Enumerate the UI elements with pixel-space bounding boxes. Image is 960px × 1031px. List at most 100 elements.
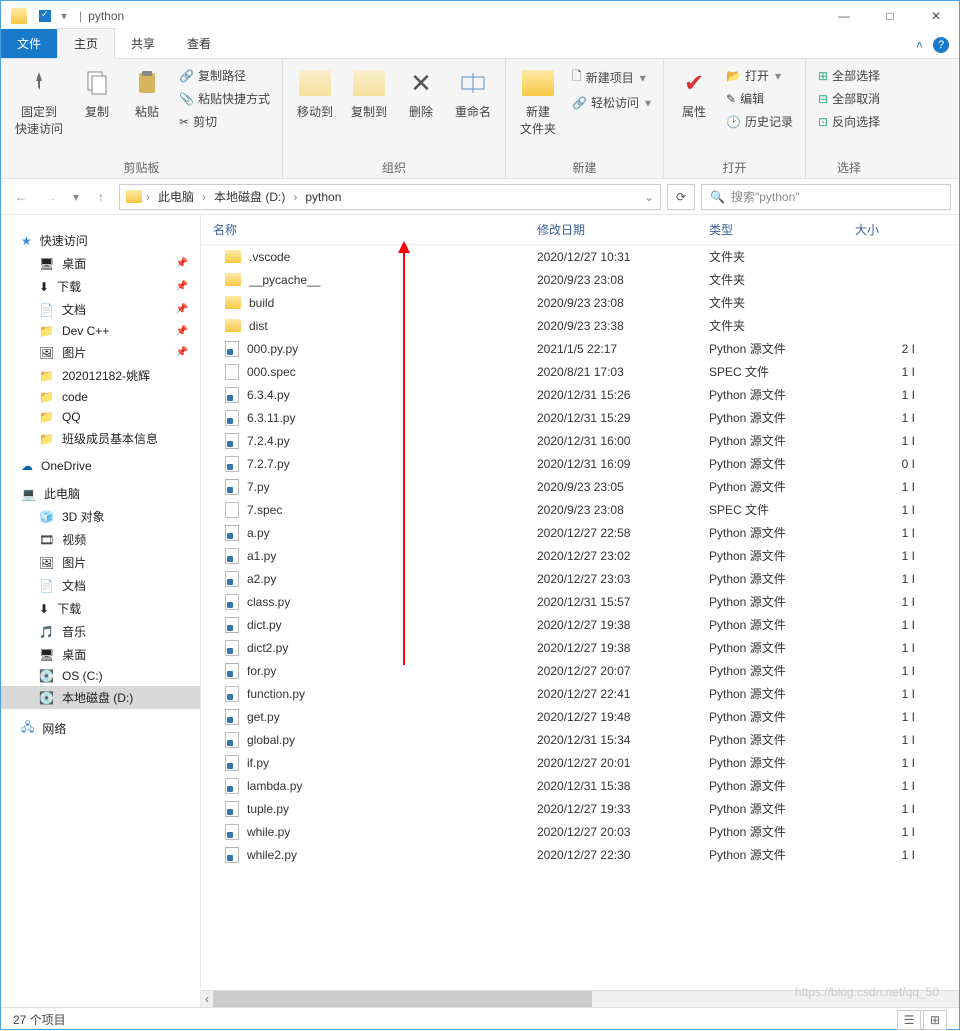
sidebar-item[interactable]: 💽本地磁盘 (D:) <box>1 686 200 709</box>
paste-shortcut-button[interactable]: 📎粘贴快捷方式 <box>175 88 274 109</box>
file-row[interactable]: if.py2020/12/27 20:01Python 源文件1 I <box>201 751 959 774</box>
qat-checkbox[interactable] <box>39 10 51 22</box>
sidebar-item[interactable]: 📄文档 <box>1 574 200 597</box>
sidebar-item[interactable]: 📁QQ <box>1 407 200 427</box>
maximize-button[interactable]: □ <box>867 1 913 31</box>
file-row[interactable]: while2.py2020/12/27 22:30Python 源文件1 I <box>201 843 959 866</box>
col-date[interactable]: 修改日期 <box>537 221 709 238</box>
view-thumbnails-button[interactable]: ⊞ <box>923 1010 947 1030</box>
file-row[interactable]: .vscode2020/12/27 10:31文件夹 <box>201 245 959 268</box>
invert-selection-button[interactable]: ⊡反向选择 <box>814 111 884 132</box>
open-button[interactable]: 📂打开▾ <box>722 65 797 86</box>
sidebar-item[interactable]: 📄文档📌 <box>1 298 200 321</box>
select-none-button[interactable]: ⊟全部取消 <box>814 88 884 109</box>
recent-button[interactable]: ▾ <box>69 185 83 209</box>
sidebar-item[interactable]: 🖼图片📌 <box>1 341 200 364</box>
file-row[interactable]: 7.2.4.py2020/12/31 16:00Python 源文件1 I <box>201 429 959 452</box>
sidebar-item[interactable]: 📁Dev C++📌 <box>1 321 200 341</box>
copy-path-button[interactable]: 🔗复制路径 <box>175 65 274 86</box>
sidebar-item[interactable]: 🖥桌面📌 <box>1 252 200 275</box>
copyto-button[interactable]: 复制到 <box>345 63 393 124</box>
file-list[interactable]: .vscode2020/12/27 10:31文件夹__pycache__202… <box>201 245 959 990</box>
refresh-button[interactable]: ⟳ <box>667 184 695 210</box>
properties-button[interactable]: ✔属性 <box>672 63 716 124</box>
file-row[interactable]: 7.py2020/9/23 23:05Python 源文件1 I <box>201 475 959 498</box>
tab-view[interactable]: 查看 <box>171 29 227 58</box>
breadcrumb[interactable]: 此电脑 <box>154 188 198 205</box>
up-button[interactable]: ↑ <box>89 185 113 209</box>
file-row[interactable]: 000.spec2020/8/21 17:03SPEC 文件1 I <box>201 360 959 383</box>
search-box[interactable]: 🔍 搜索"python" <box>701 184 951 210</box>
file-row[interactable]: 6.3.4.py2020/12/31 15:26Python 源文件1 I <box>201 383 959 406</box>
column-headers[interactable]: 名称 修改日期 类型 大小 <box>201 215 959 245</box>
qat-dropdown-icon[interactable]: ▾ <box>61 9 67 23</box>
sidebar-item[interactable]: 🧊3D 对象 <box>1 505 200 528</box>
col-type[interactable]: 类型 <box>709 221 855 238</box>
history-button[interactable]: 🕑历史记录 <box>722 111 797 132</box>
file-row[interactable]: tuple.py2020/12/27 19:33Python 源文件1 I <box>201 797 959 820</box>
file-row[interactable]: a2.py2020/12/27 23:03Python 源文件1 I <box>201 567 959 590</box>
col-size[interactable]: 大小 <box>855 221 915 238</box>
file-row[interactable]: dist2020/9/23 23:38文件夹 <box>201 314 959 337</box>
sidebar-item[interactable]: 📁202012182-姚辉 <box>1 364 200 387</box>
tab-home[interactable]: 主页 <box>57 28 115 59</box>
moveto-button[interactable]: 移动到 <box>291 63 339 124</box>
file-row[interactable]: function.py2020/12/27 22:41Python 源文件1 I <box>201 682 959 705</box>
file-row[interactable]: a.py2020/12/27 22:58Python 源文件1 I <box>201 521 959 544</box>
view-details-button[interactable]: ☰ <box>897 1010 921 1030</box>
address-dropdown-icon[interactable]: ⌄ <box>644 190 654 204</box>
rename-button[interactable]: 重命名 <box>449 63 497 124</box>
file-row[interactable]: 6.3.11.py2020/12/31 15:29Python 源文件1 I <box>201 406 959 429</box>
back-button[interactable]: ← <box>9 185 33 209</box>
file-date: 2020/9/23 23:38 <box>537 319 709 333</box>
sidebar-this-pc[interactable]: 💻此电脑 <box>1 482 200 505</box>
forward-button[interactable]: → <box>39 185 63 209</box>
sidebar-onedrive[interactable]: ☁OneDrive <box>1 456 200 476</box>
breadcrumb[interactable]: 本地磁盘 (D:) <box>210 188 289 205</box>
cut-button[interactable]: ✂剪切 <box>175 111 274 132</box>
delete-button[interactable]: ✕删除 <box>399 63 443 124</box>
select-all-button[interactable]: ⊞全部选择 <box>814 65 884 86</box>
sidebar-item[interactable]: 📁code <box>1 387 200 407</box>
file-row[interactable]: 7.2.7.py2020/12/31 16:09Python 源文件0 I <box>201 452 959 475</box>
col-name[interactable]: 名称 <box>213 221 537 238</box>
file-row[interactable]: while.py2020/12/27 20:03Python 源文件1 I <box>201 820 959 843</box>
sidebar-item[interactable]: 🎞视频 <box>1 528 200 551</box>
edit-button[interactable]: ✎编辑 <box>722 88 797 109</box>
new-item-button[interactable]: 🗋新建项目▾ <box>568 65 655 90</box>
pin-to-quick-access-button[interactable]: 固定到 快速访问 <box>9 63 69 141</box>
file-row[interactable]: __pycache__2020/9/23 23:08文件夹 <box>201 268 959 291</box>
tab-file[interactable]: 文件 <box>1 29 57 58</box>
file-row[interactable]: build2020/9/23 23:08文件夹 <box>201 291 959 314</box>
minimize-button[interactable]: — <box>821 1 867 31</box>
easy-access-button[interactable]: 🔗轻松访问▾ <box>568 92 655 113</box>
file-row[interactable]: dict2.py2020/12/27 19:38Python 源文件1 I <box>201 636 959 659</box>
file-row[interactable]: 7.spec2020/9/23 23:08SPEC 文件1 I <box>201 498 959 521</box>
address-bar[interactable]: › 此电脑 › 本地磁盘 (D:) › python ⌄ <box>119 184 661 210</box>
file-row[interactable]: for.py2020/12/27 20:07Python 源文件1 I <box>201 659 959 682</box>
paste-button[interactable]: 粘贴 <box>125 63 169 124</box>
sidebar-item[interactable]: 📁班级成员基本信息 <box>1 427 200 450</box>
sidebar-item[interactable]: ⬇下载 <box>1 597 200 620</box>
file-row[interactable]: lambda.py2020/12/31 15:38Python 源文件1 I <box>201 774 959 797</box>
sidebar-item[interactable]: 🎵音乐 <box>1 620 200 643</box>
copy-button[interactable]: 复制 <box>75 63 119 124</box>
sidebar-network[interactable]: 🖧网络 <box>1 715 200 742</box>
sidebar-item[interactable]: ⬇下载📌 <box>1 275 200 298</box>
sidebar-item[interactable]: 🖥桌面 <box>1 643 200 666</box>
sidebar-item[interactable]: 💽OS (C:) <box>1 666 200 686</box>
tab-share[interactable]: 共享 <box>115 29 171 58</box>
file-row[interactable]: a1.py2020/12/27 23:02Python 源文件1 I <box>201 544 959 567</box>
collapse-ribbon-icon[interactable]: ˄ <box>916 38 923 52</box>
close-button[interactable]: ✕ <box>913 1 959 31</box>
file-row[interactable]: get.py2020/12/27 19:48Python 源文件1 I <box>201 705 959 728</box>
file-row[interactable]: 000.py.py2021/1/5 22:17Python 源文件2 I <box>201 337 959 360</box>
sidebar-quick-access[interactable]: ★快速访问 <box>1 229 200 252</box>
new-folder-button[interactable]: 新建 文件夹 <box>514 63 562 141</box>
breadcrumb[interactable]: python <box>301 190 345 204</box>
file-row[interactable]: class.py2020/12/31 15:57Python 源文件1 I <box>201 590 959 613</box>
file-row[interactable]: dict.py2020/12/27 19:38Python 源文件1 I <box>201 613 959 636</box>
sidebar-item[interactable]: 🖼图片 <box>1 551 200 574</box>
help-icon[interactable]: ? <box>933 37 949 53</box>
file-row[interactable]: global.py2020/12/31 15:34Python 源文件1 I <box>201 728 959 751</box>
